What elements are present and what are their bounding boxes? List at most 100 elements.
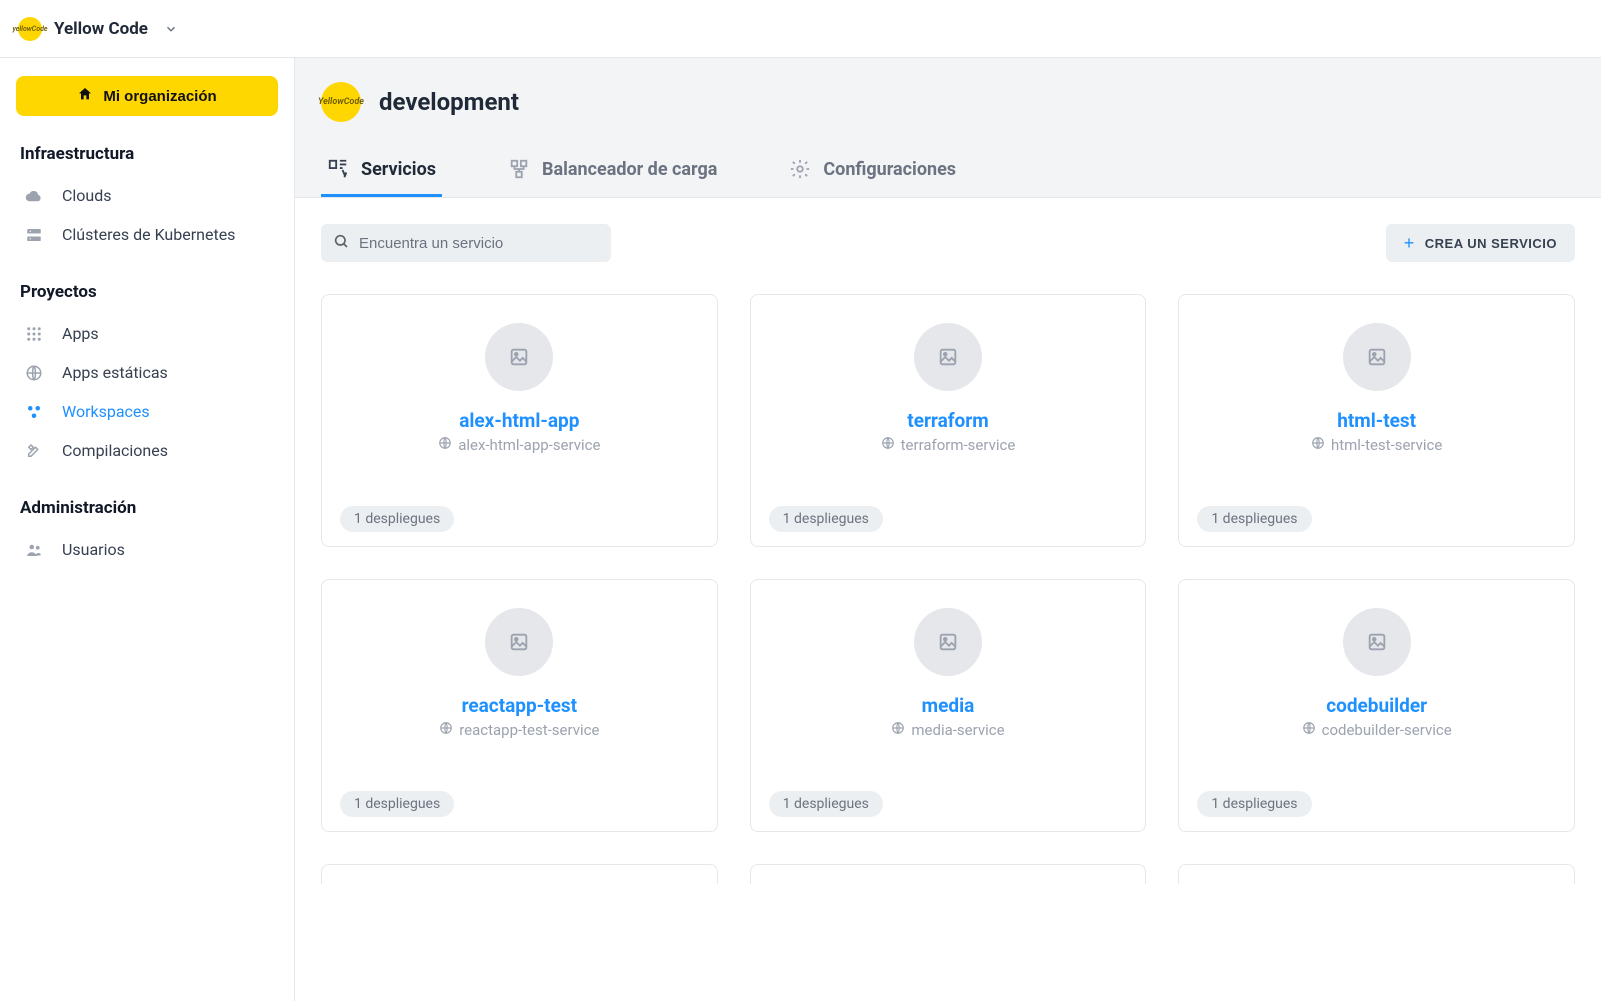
service-card-peek (321, 864, 718, 884)
service-name: html-test (1337, 409, 1416, 432)
server-icon (24, 226, 44, 244)
environment-title: development (379, 88, 519, 116)
image-placeholder-icon (1343, 323, 1411, 391)
chevron-down-icon[interactable] (164, 22, 178, 36)
tab-label: Balanceador de carga (542, 159, 717, 180)
service-subtitle: html-test-service (1311, 436, 1442, 454)
tab-load-balancer[interactable]: Balanceador de carga (502, 148, 723, 197)
plus-icon: + (1404, 234, 1415, 252)
deployments-badge: 1 despliegues (340, 791, 454, 817)
workspaces-icon (24, 403, 44, 421)
my-organization-button[interactable]: Mi organización (16, 76, 278, 116)
tab-configurations[interactable]: Configuraciones (783, 148, 962, 197)
service-name: reactapp-test (462, 694, 577, 717)
image-placeholder-icon (914, 323, 982, 391)
grid-icon (24, 325, 44, 343)
globe-icon (1311, 436, 1325, 454)
deployments-badge: 1 despliegues (1197, 506, 1311, 532)
create-service-label: CREA UN SERVICIO (1425, 236, 1557, 251)
service-card[interactable]: html-test html-test-service 1 despliegues (1178, 294, 1575, 547)
sidebar-item-apps[interactable]: Apps (16, 314, 278, 353)
tools-icon (24, 442, 44, 460)
service-name: terraform (907, 409, 988, 432)
tab-label: Configuraciones (823, 159, 956, 180)
service-card[interactable]: alex-html-app alex-html-app-service 1 desp… (321, 294, 718, 547)
gear-icon (789, 158, 811, 180)
globe-icon (891, 721, 905, 739)
service-subtitle-text: html-test-service (1331, 436, 1442, 454)
service-subtitle-text: alex-html-app-service (458, 436, 600, 454)
service-subtitle: codebuilder-service (1302, 721, 1452, 739)
deployments-badge: 1 despliegues (340, 506, 454, 532)
deployments-badge: 1 despliegues (1197, 791, 1311, 817)
globe-icon (24, 364, 44, 382)
service-card-peek (750, 864, 1147, 884)
sidebar-section-infra-title: Infraestructura (20, 144, 274, 164)
home-icon (77, 86, 93, 106)
deployments-badge: 1 despliegues (769, 506, 883, 532)
sidebar-section-projects-title: Proyectos (20, 282, 274, 302)
service-card-peek (1178, 864, 1575, 884)
services-grid: alex-html-app alex-html-app-service 1 desp… (321, 294, 1575, 884)
globe-icon (1302, 721, 1316, 739)
my-organization-label: Mi organización (103, 88, 216, 105)
org-name[interactable]: Yellow Code (54, 19, 148, 39)
service-card[interactable]: media media-service 1 despliegues (750, 579, 1147, 832)
tab-label: Servicios (361, 159, 436, 180)
service-name: alex-html-app (459, 409, 579, 432)
search-icon (333, 233, 349, 253)
cloud-icon (24, 187, 44, 205)
sidebar-item-users[interactable]: Usuarios (16, 530, 278, 569)
service-subtitle-text: codebuilder-service (1322, 721, 1452, 739)
globe-icon (439, 721, 453, 739)
sidebar-item-clouds[interactable]: Clouds (16, 176, 278, 215)
sidebar-item-builds[interactable]: Compilaciones (16, 431, 278, 470)
main-header: YellowCode development Servicios Balance… (295, 58, 1601, 198)
sidebar-item-label: Apps estáticas (62, 363, 168, 382)
service-card[interactable]: reactapp-test reactapp-test-service 1 desp… (321, 579, 718, 832)
sidebar-item-label: Workspaces (62, 402, 150, 421)
top-header: yellowCode Yellow Code (0, 0, 1601, 58)
services-icon (327, 158, 349, 180)
sidebar-item-static-apps[interactable]: Apps estáticas (16, 353, 278, 392)
sidebar-item-kubernetes-clusters[interactable]: Clústeres de Kubernetes (16, 215, 278, 254)
sidebar-item-label: Apps (62, 324, 99, 343)
service-name: media (922, 694, 975, 717)
service-name: codebuilder (1326, 694, 1427, 717)
sidebar-item-label: Clústeres de Kubernetes (62, 225, 235, 244)
content: + CREA UN SERVICIO alex-html-appalex-htm… (295, 198, 1601, 910)
sidebar-item-label: Clouds (62, 186, 112, 205)
service-card[interactable]: terraform terraform-service 1 despliegues (750, 294, 1147, 547)
users-icon (24, 541, 44, 559)
deployments-badge: 1 despliegues (769, 791, 883, 817)
toolbar: + CREA UN SERVICIO (321, 224, 1575, 262)
org-logo: yellowCode (18, 17, 42, 41)
sidebar-item-label: Compilaciones (62, 441, 168, 460)
image-placeholder-icon (914, 608, 982, 676)
search-input[interactable] (359, 235, 599, 252)
search-container[interactable] (321, 224, 611, 262)
tab-services[interactable]: Servicios (321, 148, 442, 197)
service-subtitle: media-service (891, 721, 1004, 739)
main-tabs: Servicios Balanceador de carga Configura… (295, 148, 1601, 197)
service-subtitle: alex-html-app-service (438, 436, 600, 454)
service-subtitle-text: reactapp-test-service (459, 721, 599, 739)
globe-icon (438, 436, 452, 454)
load-balancer-icon (508, 158, 530, 180)
globe-icon (881, 436, 895, 454)
image-placeholder-icon (485, 608, 553, 676)
image-placeholder-icon (1343, 608, 1411, 676)
sidebar-section-admin-title: Administración (20, 498, 274, 518)
service-subtitle: reactapp-test-service (439, 721, 599, 739)
service-subtitle-text: terraform-service (901, 436, 1016, 454)
sidebar: Mi organización Infraestructura Clouds C… (0, 58, 295, 1001)
sidebar-item-label: Usuarios (62, 540, 125, 559)
main: YellowCode development Servicios Balance… (295, 58, 1601, 1001)
service-subtitle: terraform-service (881, 436, 1016, 454)
sidebar-item-workspaces[interactable]: Workspaces (16, 392, 278, 431)
environment-logo: YellowCode (321, 82, 361, 122)
service-subtitle-text: media-service (911, 721, 1004, 739)
service-card[interactable]: codebuilder codebuilder-service 1 desplieg… (1178, 579, 1575, 832)
create-service-button[interactable]: + CREA UN SERVICIO (1386, 224, 1575, 262)
image-placeholder-icon (485, 323, 553, 391)
